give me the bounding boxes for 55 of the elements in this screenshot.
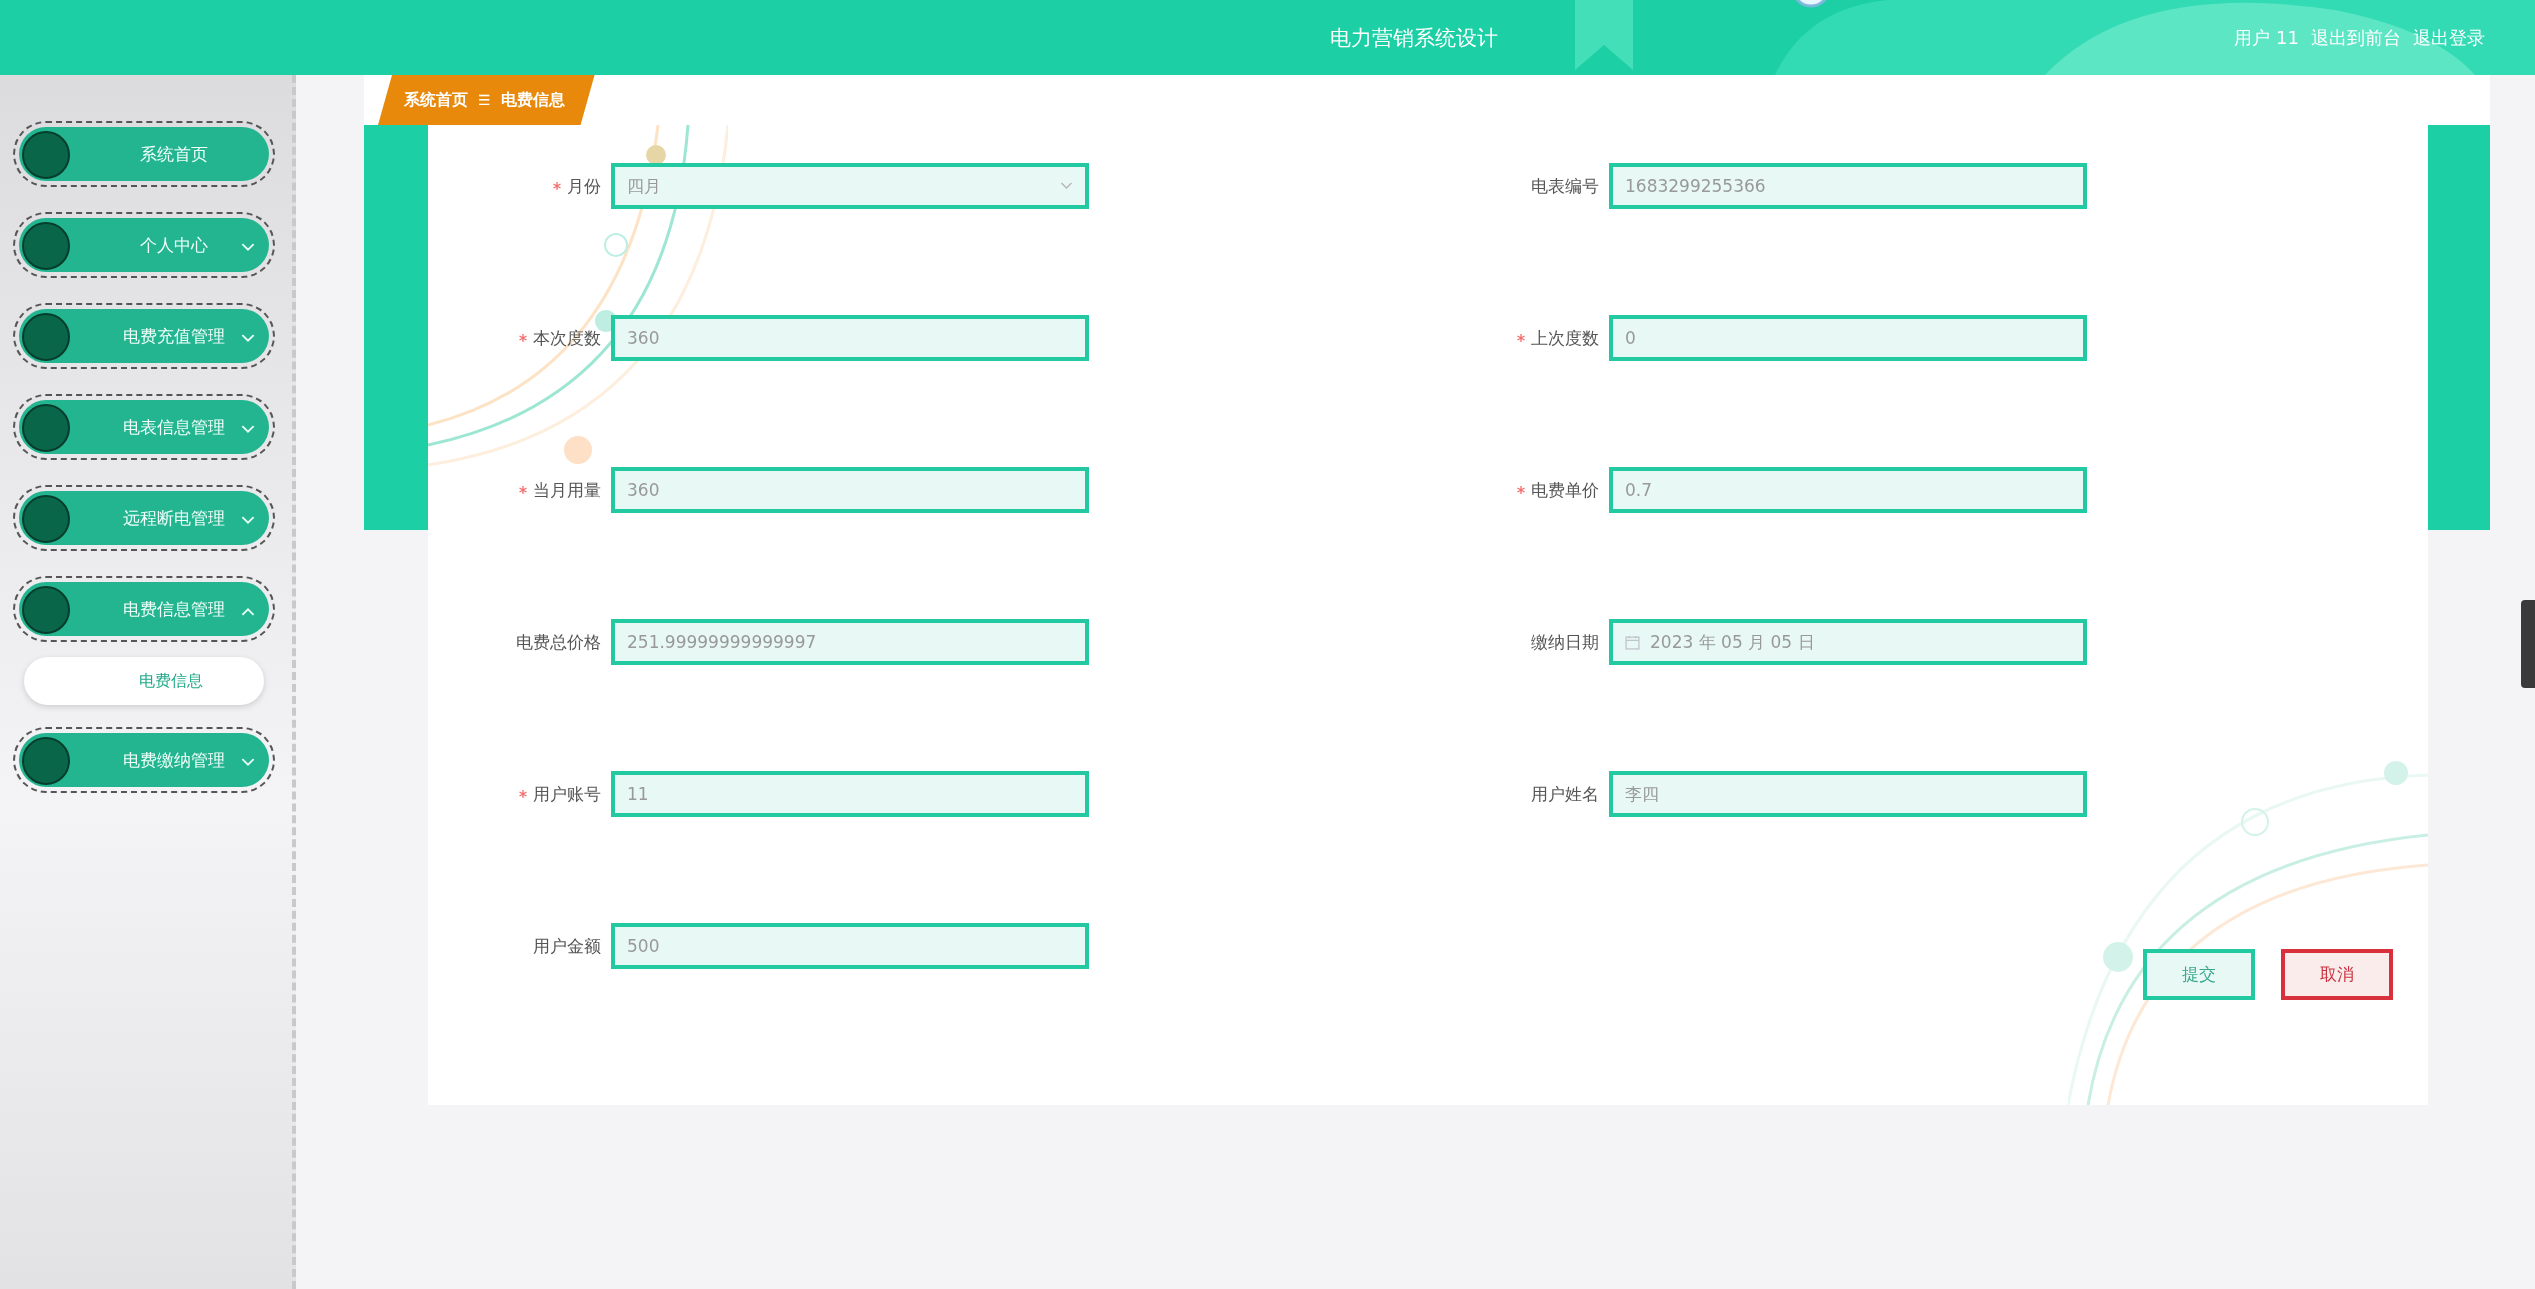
input-field[interactable]: 0.7 — [1609, 467, 2087, 513]
chevron-down-icon — [241, 516, 255, 525]
circle-icon — [22, 404, 70, 452]
submit-button[interactable]: 提交 — [2143, 949, 2255, 1000]
input-field[interactable]: 251.99999999999997 — [611, 619, 1089, 665]
field-label: 电费总价格 — [516, 630, 601, 654]
breadcrumb-link[interactable]: 电费信息 — [500, 89, 565, 111]
chevron-down-icon — [241, 758, 255, 767]
header-link[interactable]: 退出登录 — [2413, 25, 2485, 50]
breadcrumb-separator: ☰ — [478, 92, 491, 108]
input-field[interactable]: 0 — [1609, 315, 2087, 361]
side-handle[interactable] — [2521, 600, 2535, 688]
field-label: 用户账号 — [533, 782, 601, 806]
input-field[interactable]: 360 — [611, 315, 1089, 361]
cancel-button[interactable]: 取消 — [2281, 949, 2393, 1000]
field-label: 月份 — [567, 174, 601, 198]
circle-icon — [22, 737, 70, 785]
field-label: 用户姓名 — [1531, 782, 1599, 806]
circle-icon — [22, 222, 70, 270]
field-label: 用户金额 — [533, 934, 601, 958]
chevron-up-icon — [241, 607, 255, 616]
system-title: 电力营销系统设计 — [1330, 24, 1498, 52]
submenu-item[interactable]: 电费信息 — [24, 657, 264, 705]
chevron-down-icon — [241, 425, 255, 434]
input-field[interactable]: 360 — [611, 467, 1089, 513]
field-label: 电费单价 — [1531, 478, 1599, 502]
circle-icon — [22, 313, 70, 361]
chevron-down-icon — [241, 334, 255, 343]
circle-icon — [22, 586, 70, 634]
input-field[interactable]: 1683299255366 — [1609, 163, 2087, 209]
circle-icon — [22, 495, 70, 543]
field-label: 电表编号 — [1531, 174, 1599, 198]
breadcrumb-link[interactable]: 系统首页 — [404, 89, 468, 111]
input-field[interactable]: 11 — [611, 771, 1089, 817]
menu-item[interactable]: 电表信息管理 — [13, 394, 275, 460]
chevron-down-icon — [241, 243, 255, 252]
chevron-down-icon — [1060, 182, 1073, 190]
select-field[interactable]: 四月 — [611, 163, 1089, 209]
field-label: 当月用量 — [533, 478, 601, 502]
menu-item[interactable]: 电费信息管理 — [13, 576, 275, 642]
input-field[interactable]: 500 — [611, 923, 1089, 969]
field-label: 本次度数 — [533, 326, 601, 350]
field-label: 缴纳日期 — [1531, 630, 1599, 654]
date-field[interactable]: 2023 年 05 月 05 日 — [1609, 619, 2087, 665]
menu-item[interactable]: 系统首页 — [13, 121, 275, 187]
calendar-icon — [1625, 634, 1640, 650]
field-label: 上次度数 — [1531, 326, 1599, 350]
user-name: 用户 11 — [2234, 25, 2299, 50]
menu-item[interactable]: 个人中心 — [13, 212, 275, 278]
menu-item[interactable]: 电费充值管理 — [13, 303, 275, 369]
circle-icon — [22, 131, 70, 179]
header-link[interactable]: 退出到前台 — [2311, 25, 2401, 50]
menu-item[interactable]: 远程断电管理 — [13, 485, 275, 551]
input-field[interactable]: 李四 — [1609, 771, 2087, 817]
menu-item[interactable]: 电费缴纳管理 — [13, 727, 275, 793]
